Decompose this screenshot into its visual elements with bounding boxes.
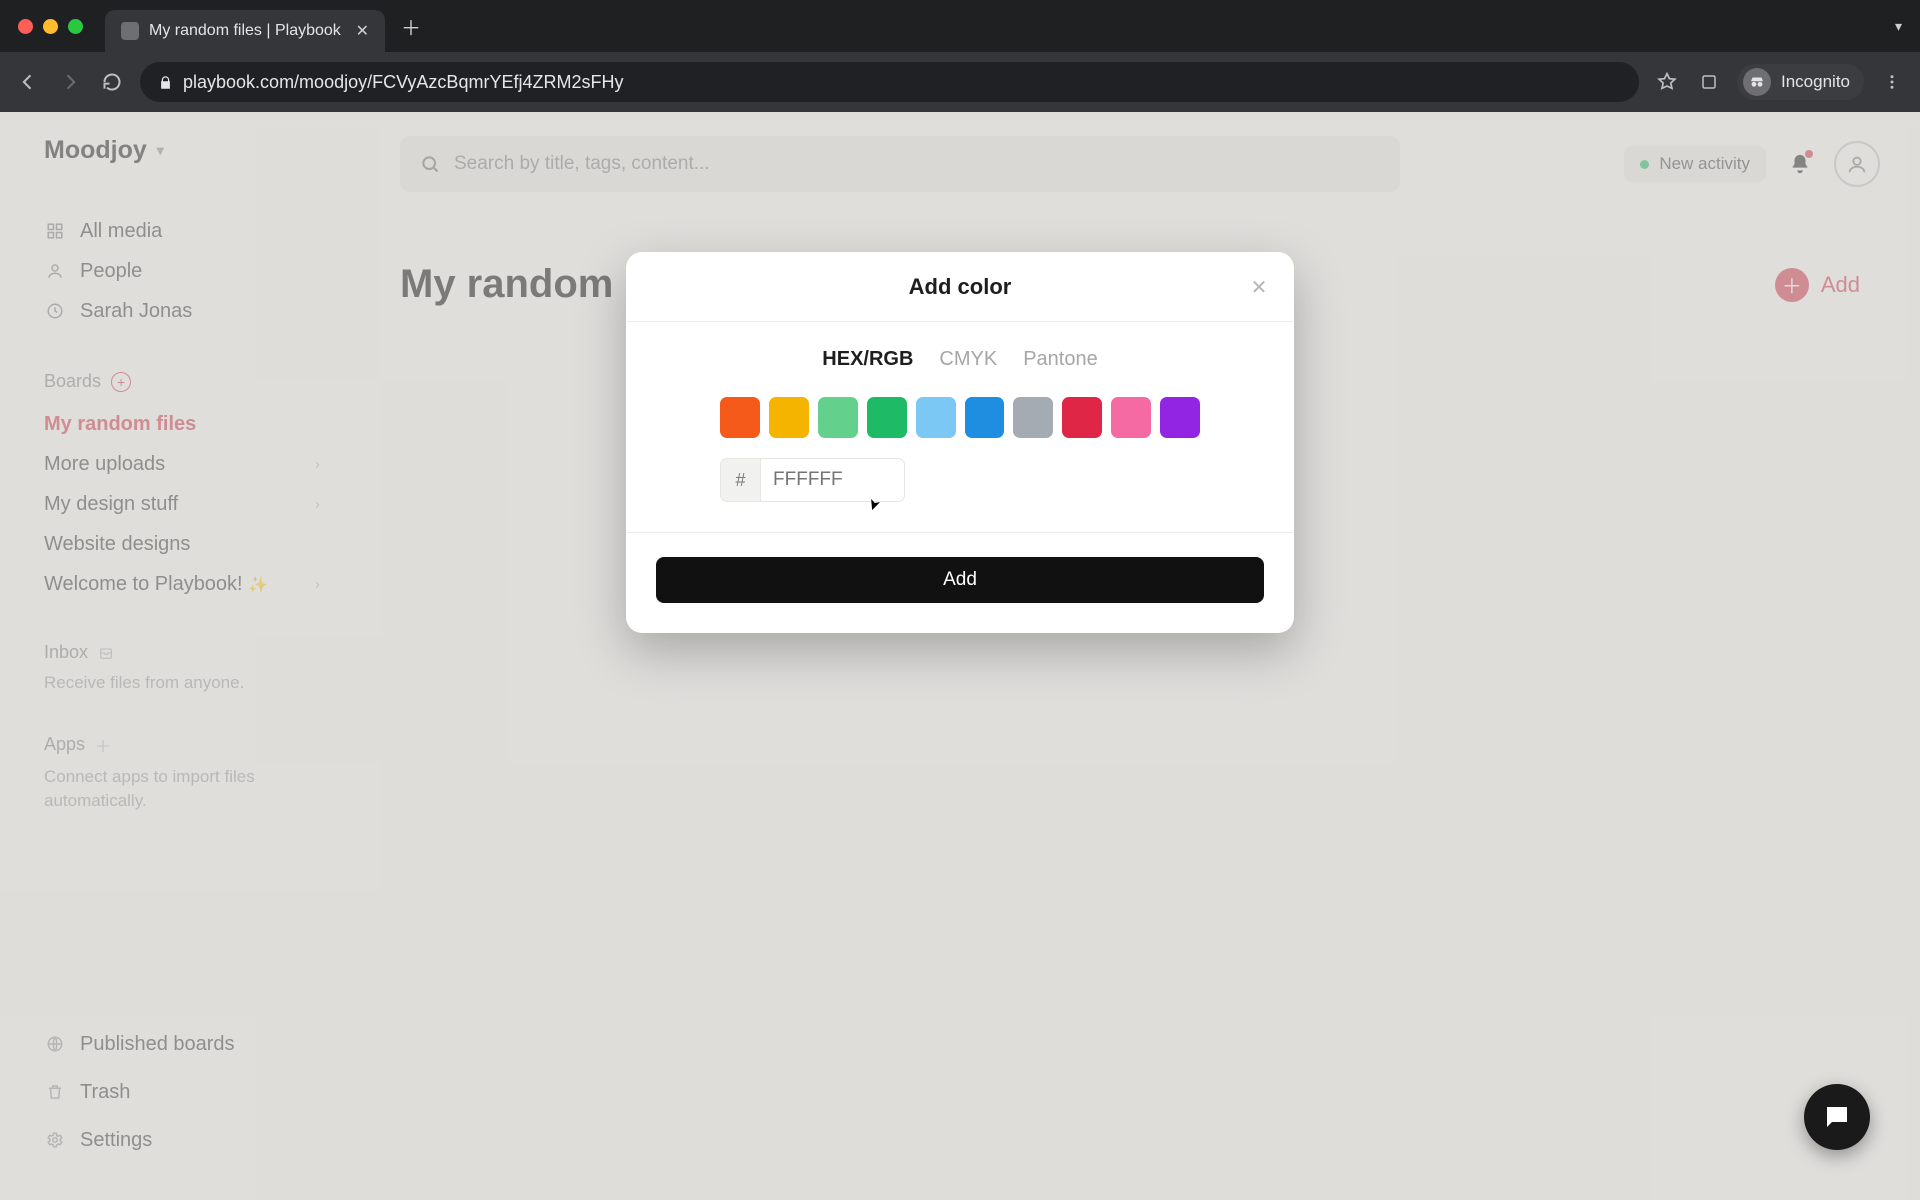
nav-back-icon[interactable] [14, 68, 42, 96]
url-text: playbook.com/moodjoy/FCVyAzcBqmrYEfj4ZRM… [183, 72, 623, 93]
lock-icon [158, 75, 173, 90]
color-swatch[interactable] [818, 397, 858, 438]
browser-toolbar: playbook.com/moodjoy/FCVyAzcBqmrYEfj4ZRM… [0, 52, 1920, 112]
modal-header: Add color ✕ [626, 252, 1294, 322]
tab-favicon [121, 22, 139, 40]
hex-input[interactable] [760, 458, 905, 502]
close-icon[interactable]: ✕ [1246, 274, 1272, 300]
tabs-overflow-icon[interactable]: ▾ [1895, 18, 1902, 35]
color-swatch[interactable] [720, 397, 760, 438]
nav-reload-icon[interactable] [98, 68, 126, 96]
url-bar[interactable]: playbook.com/moodjoy/FCVyAzcBqmrYEfj4ZRM… [140, 62, 1639, 102]
nav-forward-icon[interactable] [56, 68, 84, 96]
preset-swatches [656, 397, 1264, 438]
tab-close-icon[interactable]: ✕ [356, 21, 369, 41]
color-swatch[interactable] [965, 397, 1005, 438]
browser-tab[interactable]: My random files | Playbook ✕ [105, 10, 385, 52]
add-color-submit[interactable]: Add [656, 557, 1264, 603]
tab-pantone[interactable]: Pantone [1023, 348, 1098, 371]
window-traffic-lights[interactable] [18, 19, 83, 34]
tab-hex-rgb[interactable]: HEX/RGB [822, 348, 913, 371]
color-swatch[interactable] [1062, 397, 1102, 438]
window-zoom-icon[interactable] [68, 19, 83, 34]
tab-strip: My random files | Playbook ✕ ＋ ▾ [0, 0, 1920, 52]
color-mode-tabs: HEX/RGB CMYK Pantone [656, 348, 1264, 371]
incognito-indicator[interactable]: Incognito [1737, 64, 1864, 100]
color-swatch[interactable] [867, 397, 907, 438]
support-chat-fab[interactable] [1804, 1084, 1870, 1150]
color-swatch[interactable] [1160, 397, 1200, 438]
new-tab-button[interactable]: ＋ [397, 12, 425, 40]
color-swatch[interactable] [916, 397, 956, 438]
tab-cmyk[interactable]: CMYK [939, 348, 997, 371]
incognito-icon [1743, 68, 1771, 96]
modal-title: Add color [909, 274, 1012, 300]
window-close-icon[interactable] [18, 19, 33, 34]
app-shell: Moodjoy ▾ All media People Sarah Jonas B… [0, 112, 1920, 1200]
add-color-modal: Add color ✕ HEX/RGB CMYK Pantone # Add [626, 252, 1294, 633]
browser-menu-icon[interactable] [1878, 68, 1906, 96]
color-swatch[interactable] [769, 397, 809, 438]
color-swatch[interactable] [1013, 397, 1053, 438]
tab-title: My random files | Playbook [149, 22, 346, 40]
color-swatch[interactable] [1111, 397, 1151, 438]
hash-prefix: # [720, 458, 760, 502]
window-minimize-icon[interactable] [43, 19, 58, 34]
extensions-icon[interactable] [1695, 68, 1723, 96]
bookmark-star-icon[interactable] [1653, 68, 1681, 96]
browser-chrome: My random files | Playbook ✕ ＋ ▾ playboo… [0, 0, 1920, 112]
incognito-label: Incognito [1781, 72, 1850, 92]
